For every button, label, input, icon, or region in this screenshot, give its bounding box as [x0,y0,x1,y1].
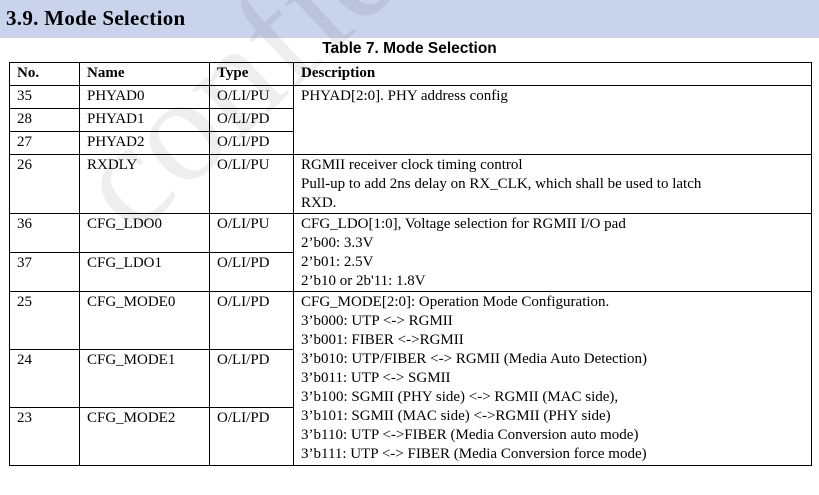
cell-type: O/LI/PD [209,252,294,292]
cell-description-ldo: CFG_LDO[1:0], Voltage selection for RGMI… [293,213,812,292]
cell-no: 36 [9,213,80,253]
description-line: 3’b111: UTP <-> FIBER (Media Conversion … [301,446,647,462]
cell-type: O/LI/PD [209,131,294,155]
table-header-row: No. Name Type Description [9,62,812,86]
section-header-bar: 3.9. Mode Selection [0,0,819,38]
cell-name: PHYAD1 [79,108,210,132]
cell-type: O/LI/PD [209,349,294,408]
cell-no: 27 [9,131,80,155]
cell-name: CFG_MODE2 [79,407,210,466]
table-row: 35 PHYAD0 O/LI/PU PHYAD[2:0]. PHY addres… [9,85,812,155]
description-line: 3’b010: UTP/FIBER <-> RGMII (Media Auto … [301,351,648,367]
cell-name: CFG_MODE1 [79,349,210,408]
cell-no: 23 [9,407,80,466]
header-no: No. [9,62,80,86]
description-line: 3’b000: UTP <-> RGMII [301,313,453,329]
description-line: Pull-up to add 2ns delay on RX_CLK, whic… [301,176,702,192]
description-line: 3’b011: UTP <-> SGMII [301,370,451,386]
cell-type: O/LI/PU [209,213,294,253]
cell-description-phyad: PHYAD[2:0]. PHY address config [293,85,812,155]
header-type: Type [209,62,294,86]
table-caption: Table 7. Mode Selection [322,40,497,57]
cell-name: CFG_LDO0 [79,213,210,253]
cell-name: CFG_MODE0 [79,291,210,350]
cell-no: 24 [9,349,80,408]
cell-type: O/LI/PD [209,108,294,132]
cell-no: 26 [9,154,80,214]
description-line: RXD. [301,195,337,211]
cell-type: O/LI/PU [209,154,294,214]
description-line: 2’b00: 3.3V [301,235,374,251]
section-title: 3.9. Mode Selection [6,6,186,30]
header-description: Description [293,62,812,86]
cell-name: PHYAD2 [79,131,210,155]
cell-type: O/LI/PU [209,85,294,109]
cell-type: O/LI/PD [209,407,294,466]
cell-no: 37 [9,252,80,292]
table-row: 26 RXDLY O/LI/PU RGMII receiver clock ti… [9,154,812,214]
header-name: Name [79,62,210,86]
table-row: 25 CFG_MODE0 O/LI/PD CFG_MODE[2:0]: Oper… [9,291,812,466]
cell-description-mode: CFG_MODE[2:0]: Operation Mode Configurat… [293,291,812,466]
description-line: 2’b10 or 2b'11: 1.8V [301,273,426,289]
mode-selection-table: No. Name Type Description 35 PHYAD0 O/LI… [9,62,812,466]
cell-name: PHYAD0 [79,85,210,109]
cell-name: RXDLY [79,154,210,214]
description-line: CFG_MODE[2:0]: Operation Mode Configurat… [301,294,610,310]
description-line: 3’b100: SGMII (PHY side) <-> RGMII (MAC … [301,389,619,405]
cell-type: O/LI/PD [209,291,294,350]
cell-description-rxdly: RGMII receiver clock timing control Pull… [293,154,812,214]
table-row: 36 CFG_LDO0 O/LI/PU CFG_LDO[1:0], Voltag… [9,213,812,292]
description-line: 3’b101: SGMII (MAC side) <->RGMII (PHY s… [301,408,611,424]
description-line: RGMII receiver clock timing control [301,157,523,173]
cell-no: 25 [9,291,80,350]
description-line: PHYAD[2:0]. PHY address config [301,88,508,104]
cell-name: CFG_LDO1 [79,252,210,292]
description-line: 2’b01: 2.5V [301,254,374,270]
description-line: CFG_LDO[1:0], Voltage selection for RGMI… [301,216,626,232]
cell-no: 28 [9,108,80,132]
description-line: 3’b001: FIBER <->RGMII [301,332,464,348]
cell-no: 35 [9,85,80,109]
description-line: 3’b110: UTP <->FIBER (Media Conversion a… [301,427,639,443]
